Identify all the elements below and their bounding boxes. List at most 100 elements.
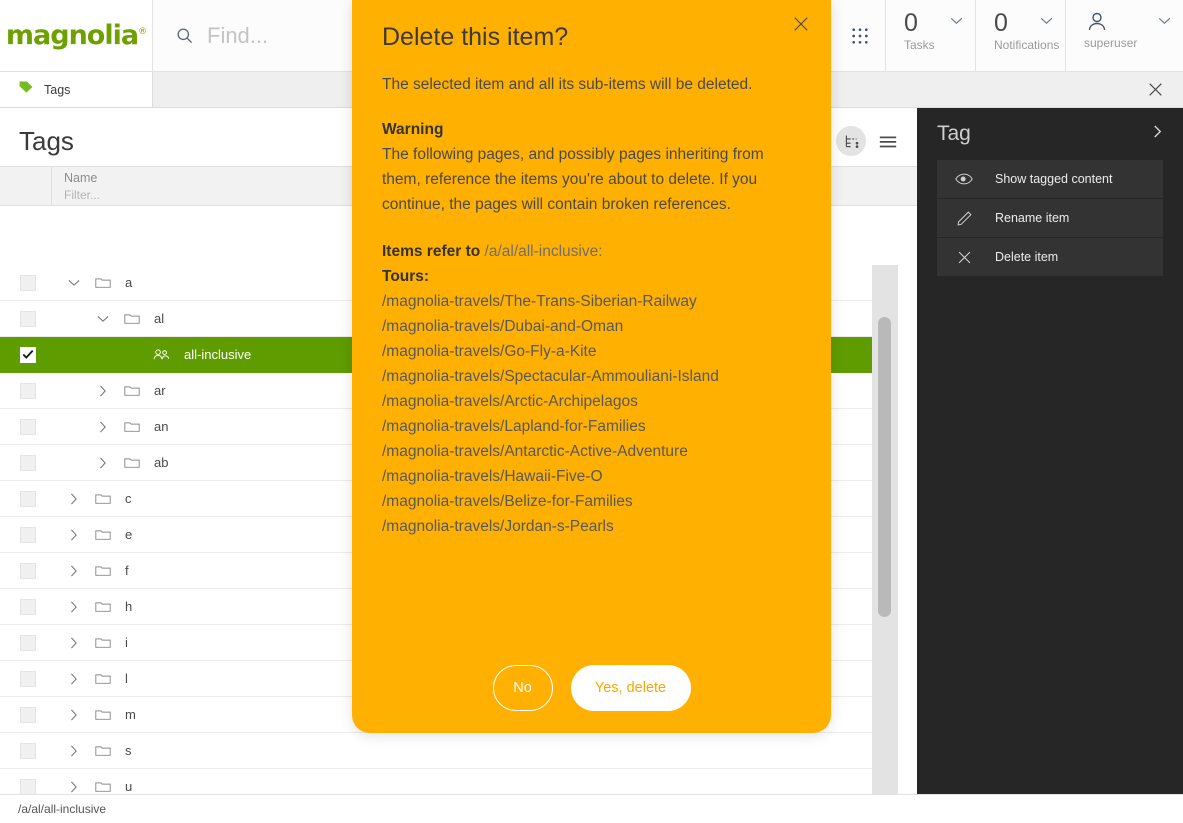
folder-icon — [124, 456, 140, 469]
row-label: ar — [154, 383, 166, 398]
chevron-right-icon[interactable] — [66, 707, 81, 722]
logo-registered-mark: ® — [138, 27, 147, 37]
panel-action-label: Show tagged content — [995, 172, 1113, 186]
item-action-panel: Tag Show tagged content Rename item Delete… — [917, 108, 1183, 794]
refer-label: Items refer to — [382, 243, 481, 260]
user-avatar-icon — [1085, 10, 1109, 39]
dialog-close-button[interactable] — [793, 16, 809, 37]
row-checkbox[interactable] — [0, 310, 52, 327]
row-checkbox[interactable] — [0, 778, 52, 794]
chevron-right-icon[interactable] — [95, 383, 110, 398]
row-checkbox[interactable] — [0, 634, 52, 651]
row-checkbox[interactable] — [0, 454, 52, 471]
row-checkbox[interactable] — [0, 598, 52, 615]
magnolia-logo[interactable]: magnolia® — [0, 0, 153, 72]
folder-icon — [124, 420, 140, 433]
row-label: h — [125, 599, 133, 614]
tour-path: /magnolia-travels/Lapland-for-Families — [382, 418, 646, 435]
select-all-column[interactable] — [0, 167, 52, 205]
user-menu[interactable]: superuser — [1066, 0, 1183, 72]
row-checkbox[interactable] — [0, 382, 52, 399]
folder-icon — [95, 528, 111, 541]
panel-header: Tag — [917, 108, 1183, 160]
tour-path: /magnolia-travels/Go-Fly-a-Kite — [382, 343, 597, 360]
status-path: /a/al/all-inclusive — [18, 802, 107, 816]
tree-view-button[interactable] — [836, 126, 866, 156]
notifications-indicator[interactable]: 0 Notifications — [976, 0, 1066, 72]
list-view-icon — [879, 136, 897, 148]
dialog-buttons: No Yes, delete — [352, 665, 831, 711]
chevron-right-icon[interactable] — [66, 671, 81, 686]
tasks-count: 0 — [904, 9, 918, 37]
content-gutter — [898, 265, 917, 794]
row-checkbox[interactable] — [0, 670, 52, 687]
close-icon — [794, 17, 808, 31]
twisty-placeholder — [124, 347, 139, 362]
row-checkbox[interactable] — [0, 526, 52, 543]
warning-body: The following pages, and possibly pages … — [382, 146, 764, 213]
tour-path: /magnolia-travels/Spectacular-Ammouliani… — [382, 368, 719, 385]
row-label: c — [125, 491, 132, 506]
table-row[interactable]: s — [0, 733, 917, 769]
chevron-down-icon — [1040, 12, 1053, 25]
chevron-right-icon[interactable] — [66, 563, 81, 578]
tour-path: /magnolia-travels/Dubai-and-Oman — [382, 318, 624, 335]
panel-action-rename-item[interactable]: Rename item — [937, 199, 1163, 238]
row-checkbox[interactable] — [0, 274, 52, 291]
chevron-right-icon[interactable] — [1152, 124, 1163, 144]
chevron-down-icon — [1158, 12, 1171, 25]
close-tab-button[interactable] — [1148, 72, 1163, 107]
row-label: al — [154, 311, 165, 326]
chevron-right-icon[interactable] — [95, 419, 110, 434]
search-icon — [175, 26, 194, 45]
folder-icon — [95, 564, 111, 577]
panel-action-show-tagged-content[interactable]: Show tagged content — [937, 160, 1163, 199]
row-label: i — [125, 635, 128, 650]
row-checkbox[interactable] — [0, 346, 52, 363]
refer-path: /a/al/all-inclusive: — [484, 243, 603, 260]
chevron-right-icon[interactable] — [66, 779, 81, 794]
row-checkbox[interactable] — [0, 418, 52, 435]
chevron-right-icon[interactable] — [66, 527, 81, 542]
row-label: a — [125, 275, 133, 290]
no-button[interactable]: No — [492, 665, 553, 711]
yes-delete-button[interactable]: Yes, delete — [570, 665, 691, 711]
warning-heading: Warning — [382, 121, 444, 138]
chevron-down-icon[interactable] — [95, 311, 110, 326]
chevron-right-icon[interactable] — [66, 635, 81, 650]
row-label: f — [125, 563, 129, 578]
chevron-right-icon[interactable] — [95, 455, 110, 470]
dialog-title: Delete this item? — [382, 23, 569, 51]
row-checkbox[interactable] — [0, 742, 52, 759]
tour-path: /magnolia-travels/Antarctic-Active-Adven… — [382, 443, 688, 460]
tours-heading: Tours: — [382, 268, 430, 285]
row-checkbox[interactable] — [0, 706, 52, 723]
chevron-down-icon[interactable] — [66, 275, 81, 290]
row-checkbox[interactable] — [0, 490, 52, 507]
panel-action-delete-item[interactable]: Delete item — [937, 238, 1163, 277]
panel-title: Tag — [937, 122, 971, 145]
row-content: s — [52, 743, 917, 758]
tour-path: /magnolia-travels/Hawaii-Five-O — [382, 468, 603, 485]
row-label: ab — [154, 455, 169, 470]
tab-tags[interactable]: Tags — [0, 72, 153, 107]
chevron-right-icon[interactable] — [66, 743, 81, 758]
tasks-indicator[interactable]: 0 Tasks — [886, 0, 976, 72]
folder-icon — [95, 672, 111, 685]
table-row[interactable]: u — [0, 769, 917, 794]
app-root: magnolia® 0 Tasks — [0, 0, 1183, 823]
row-label: l — [125, 671, 128, 686]
dialog-intro-text: The selected item and all its sub-items … — [382, 76, 753, 93]
row-label: all-inclusive — [184, 347, 252, 362]
tree-scrollbar-thumb[interactable] — [878, 317, 891, 617]
list-view-button[interactable] — [877, 130, 899, 152]
chevron-right-icon[interactable] — [66, 599, 81, 614]
apps-launcher-button[interactable] — [834, 0, 886, 72]
chevron-right-icon[interactable] — [66, 491, 81, 506]
row-checkbox[interactable] — [0, 562, 52, 579]
folder-icon — [95, 492, 111, 505]
tour-path: /magnolia-travels/Belize-for-Families — [382, 493, 633, 510]
tree-view-icon — [845, 135, 858, 148]
items-refer-line: Items refer to /a/al/all-inclusive: — [382, 239, 803, 264]
tree-scrollbar[interactable] — [872, 265, 898, 794]
